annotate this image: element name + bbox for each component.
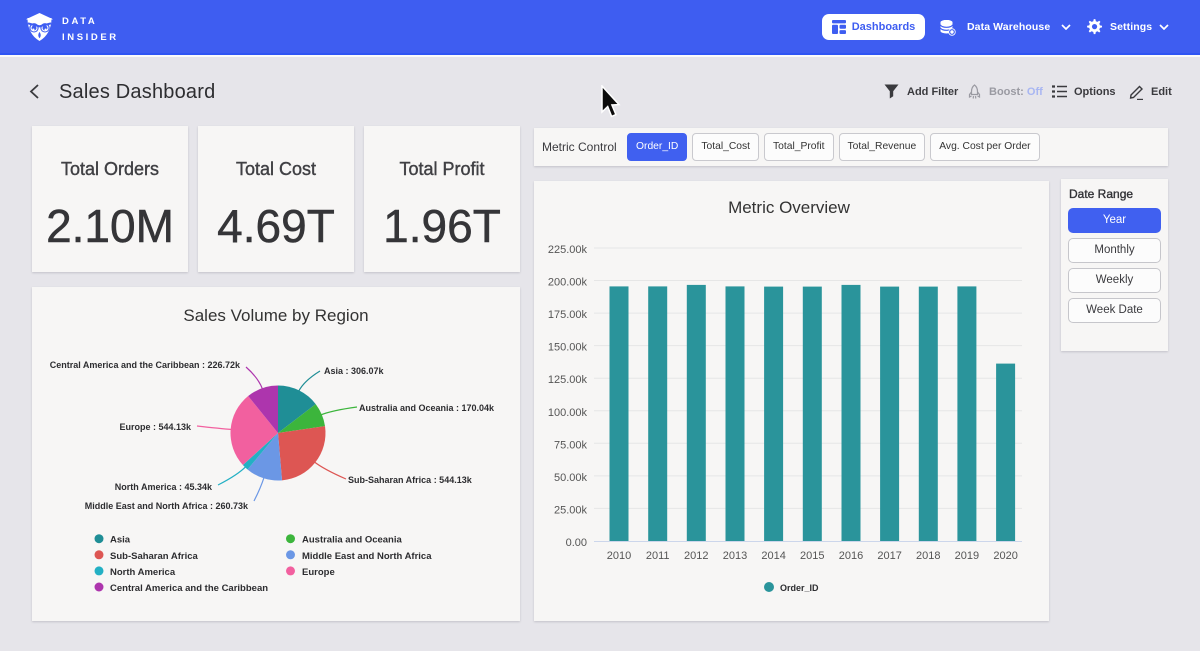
svg-text:125.00k: 125.00k — [548, 374, 588, 386]
svg-text:Middle East and North Africa :: Middle East and North Africa : 260.73k — [85, 501, 249, 511]
svg-text:Europe: Europe — [302, 567, 335, 578]
svg-text:2015: 2015 — [800, 550, 824, 562]
svg-text:2016: 2016 — [839, 550, 863, 562]
svg-text:2011: 2011 — [646, 550, 670, 562]
svg-text:2014: 2014 — [761, 550, 785, 562]
svg-text:Asia: Asia — [110, 535, 131, 546]
svg-text:Europe : 544.13k: Europe : 544.13k — [119, 422, 192, 432]
svg-text:Sales Volume by Region: Sales Volume by Region — [183, 306, 368, 325]
svg-text:100.00k: 100.00k — [548, 407, 588, 419]
svg-text:Australia and Oceania: Australia and Oceania — [302, 535, 403, 546]
svg-text:2013: 2013 — [723, 550, 747, 562]
svg-text:2018: 2018 — [916, 550, 940, 562]
svg-text:25.00k: 25.00k — [554, 504, 588, 516]
svg-text:Sub-Saharan Africa: Sub-Saharan Africa — [110, 551, 199, 562]
svg-text:225.00k: 225.00k — [548, 244, 588, 256]
svg-text:50.00k: 50.00k — [554, 472, 588, 484]
svg-text:2019: 2019 — [955, 550, 979, 562]
svg-text:2017: 2017 — [877, 550, 901, 562]
svg-text:Metric Overview: Metric Overview — [728, 198, 851, 217]
svg-text:2010: 2010 — [607, 550, 631, 562]
svg-text:75.00k: 75.00k — [554, 439, 588, 451]
svg-text:0.00: 0.00 — [566, 537, 587, 549]
svg-text:Central America and the Caribb: Central America and the Caribbean : 226.… — [50, 360, 241, 370]
svg-text:North America: North America — [110, 567, 176, 578]
svg-text:Central America and the Caribb: Central America and the Caribbean — [110, 583, 268, 594]
svg-text:North America : 45.34k: North America : 45.34k — [115, 482, 213, 492]
svg-text:2012: 2012 — [684, 550, 708, 562]
svg-text:Asia : 306.07k: Asia : 306.07k — [324, 366, 385, 376]
svg-text:Australia and Oceania : 170.04: Australia and Oceania : 170.04k — [359, 403, 495, 413]
svg-text:Order_ID: Order_ID — [780, 583, 819, 593]
svg-text:Middle East and North Africa: Middle East and North Africa — [302, 551, 432, 562]
svg-text:175.00k: 175.00k — [548, 309, 588, 321]
svg-text:150.00k: 150.00k — [548, 342, 588, 354]
svg-text:2020: 2020 — [993, 550, 1017, 562]
svg-text:200.00k: 200.00k — [548, 277, 588, 289]
svg-text:Sub-Saharan Africa : 544.13k: Sub-Saharan Africa : 544.13k — [348, 475, 473, 485]
